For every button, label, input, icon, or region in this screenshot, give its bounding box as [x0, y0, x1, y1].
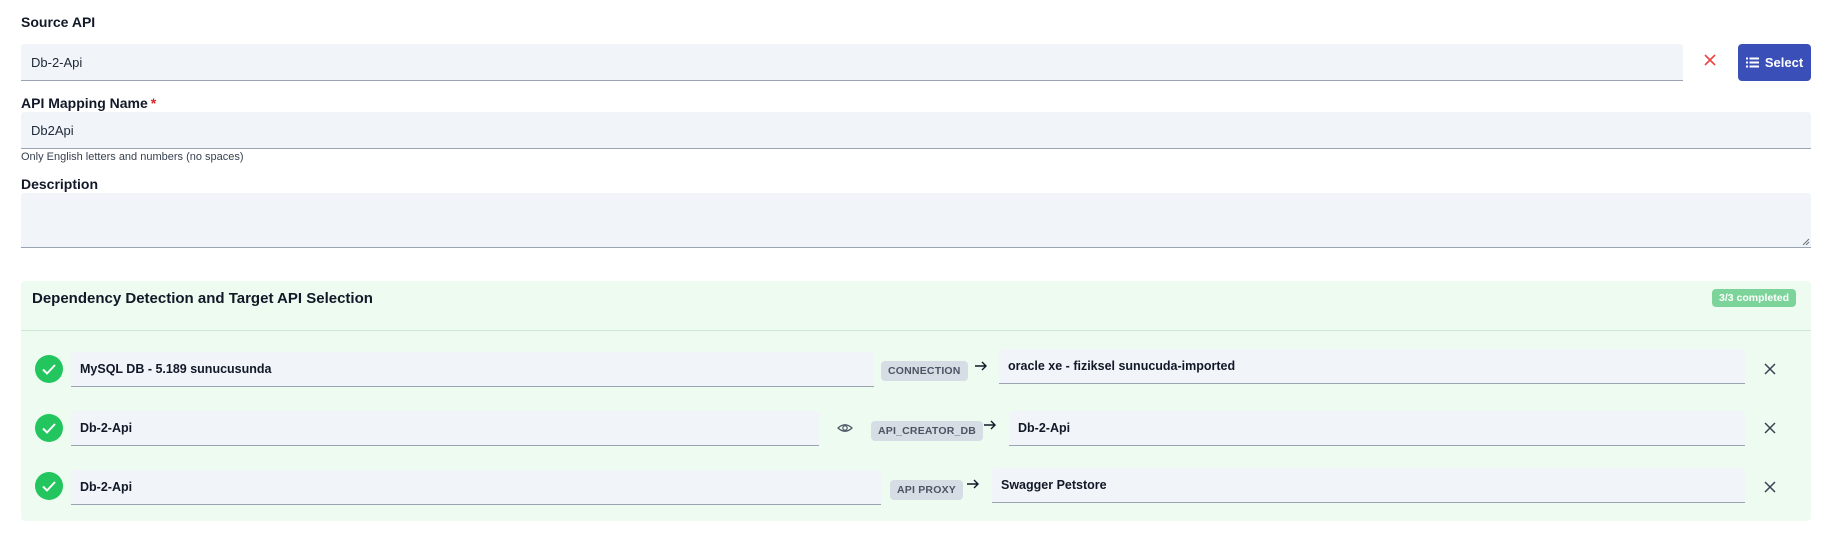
- close-icon: [1704, 54, 1716, 66]
- dependency-panel: Dependency Detection and Target API Sele…: [21, 281, 1811, 521]
- eye-icon[interactable]: [837, 420, 853, 436]
- mapping-name-hint: Only English letters and numbers (no spa…: [21, 151, 244, 163]
- check-circle-icon: [35, 414, 63, 442]
- dependency-target-field[interactable]: Db-2-Api: [1009, 411, 1745, 446]
- required-marker: *: [150, 95, 157, 111]
- remove-dependency-icon[interactable]: [1762, 479, 1778, 495]
- check-circle-icon: [35, 472, 63, 500]
- status-badge: 3/3 completed: [1712, 289, 1797, 307]
- clear-source-api-button[interactable]: [1700, 50, 1720, 70]
- mapping-name-label-text: API Mapping Name: [21, 95, 148, 111]
- dependency-type-chip: CONNECTION: [881, 361, 968, 381]
- mapping-name-input[interactable]: Db2Api: [21, 112, 1811, 149]
- dependency-target-field[interactable]: oracle xe - fiziksel sunucuda-imported: [999, 349, 1745, 384]
- dependency-source-field[interactable]: Db-2-Api: [71, 470, 881, 505]
- dependency-source-field[interactable]: Db-2-Api: [71, 411, 819, 446]
- description-textarea[interactable]: [21, 193, 1811, 248]
- arrow-right-icon: [967, 479, 979, 489]
- mapping-name-label: API Mapping Name *: [21, 95, 156, 111]
- list-icon: [1745, 57, 1759, 68]
- select-button-label: Select: [1764, 55, 1804, 70]
- dependency-target-field[interactable]: Swagger Petstore: [992, 468, 1745, 503]
- dependency-panel-title: Dependency Detection and Target API Sele…: [32, 290, 373, 307]
- arrow-right-icon: [984, 420, 996, 430]
- remove-dependency-icon[interactable]: [1762, 420, 1778, 436]
- divider: [21, 330, 1811, 331]
- dependency-source-field[interactable]: MySQL DB - 5.189 sunucusunda: [71, 352, 874, 387]
- check-circle-icon: [35, 355, 63, 383]
- source-api-field[interactable]: Db-2-Api: [21, 44, 1683, 81]
- remove-dependency-icon[interactable]: [1762, 361, 1778, 377]
- source-api-label: Source API: [21, 14, 96, 30]
- dependency-type-chip: API PROXY: [890, 480, 963, 500]
- description-label: Description: [21, 176, 99, 192]
- arrow-right-icon: [975, 361, 987, 371]
- dependency-type-chip: API_CREATOR_DB: [871, 421, 984, 441]
- resize-handle-icon[interactable]: [1800, 236, 1810, 246]
- select-api-button[interactable]: Select: [1738, 44, 1811, 81]
